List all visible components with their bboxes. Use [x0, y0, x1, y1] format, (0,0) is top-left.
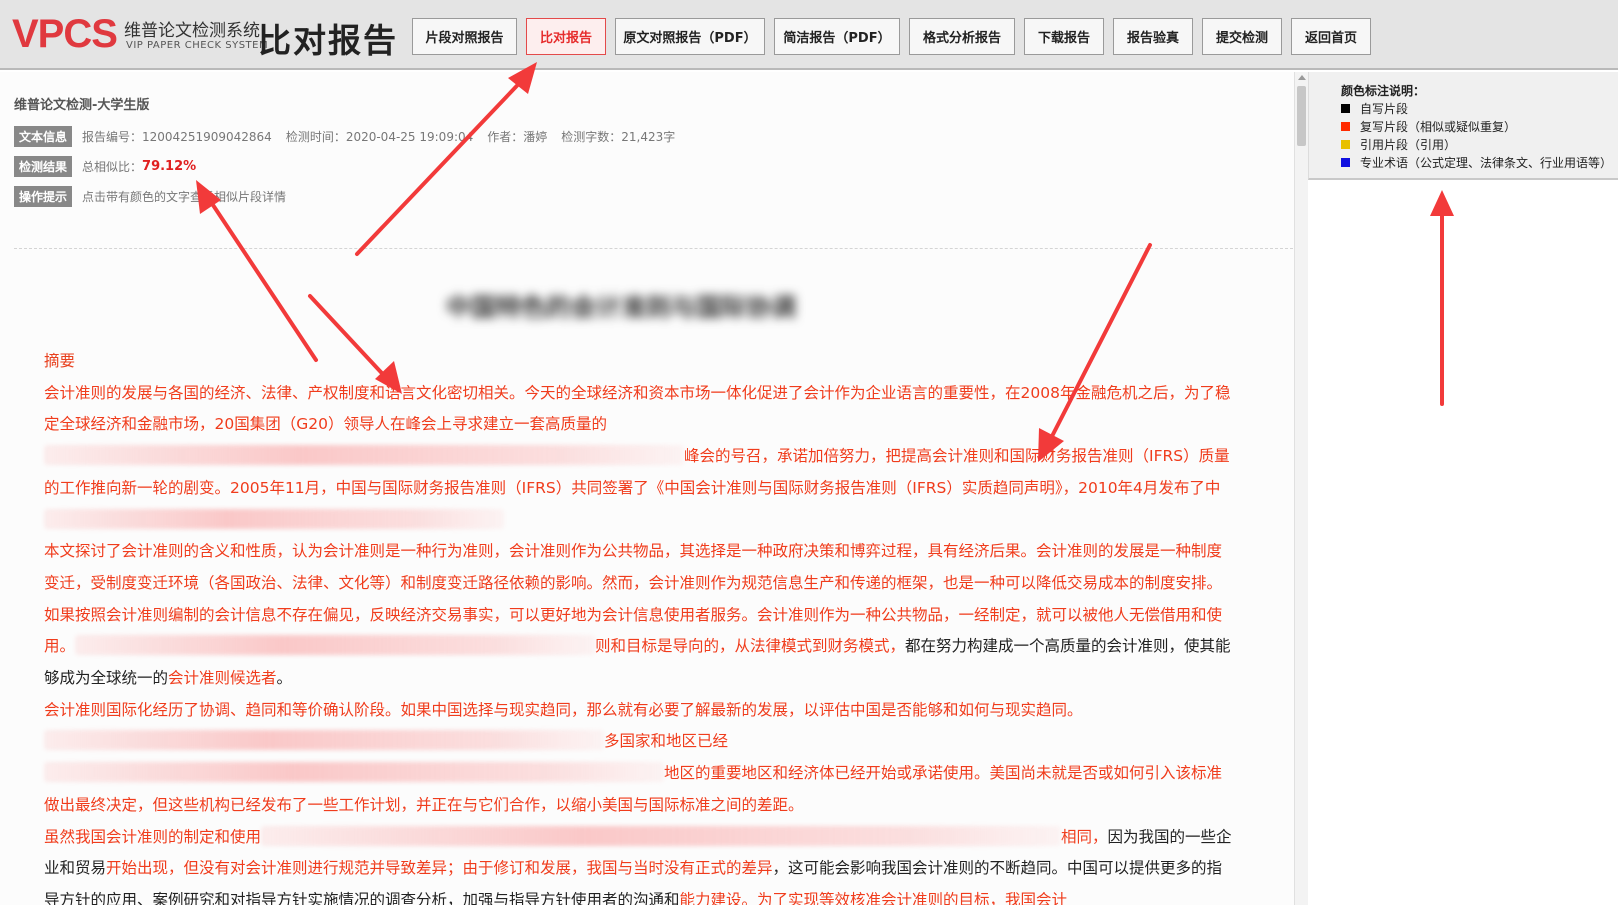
fragment-original: 。 — [276, 669, 293, 688]
fragment-copied[interactable]: 能力建设。为了实现等效核准会计准则的目标，我国会计 — [680, 891, 1068, 905]
annotation-arrowhead — [1430, 190, 1454, 216]
text-info-tag: 文本信息 — [14, 125, 73, 147]
fragment-copied[interactable]: 会计准则国际化经历了协调、趋同和等价确认阶段。如果中国选择与现实趋同，那么就有必… — [44, 701, 1083, 719]
fragment-copied[interactable]: 开始出现，但没有对会计准则进行规范并导致差异；由于修订和发展，我国与当时没有正式… — [106, 859, 773, 877]
fragment-copied[interactable]: 虽然我国会计准则的制定和使用 — [44, 828, 261, 846]
tip-row: 操作提示 点击带有颜色的文字查看相似片段详情 — [14, 185, 287, 207]
redacted-fragment — [44, 508, 504, 529]
author: 作者：潘婷 — [487, 129, 548, 144]
nav-brief-pdf-button[interactable]: 简洁报告（PDF） — [774, 18, 900, 55]
scroll-up-arrow-icon[interactable] — [1298, 75, 1306, 80]
nav-submit-button[interactable]: 提交检测 — [1202, 18, 1282, 55]
nav-fragment-report-button[interactable]: 片段对照报告 — [412, 18, 517, 55]
legend-swatch — [1341, 140, 1350, 149]
logo-english-name: VIP PAPER CHECK SYSTEM — [126, 40, 269, 51]
nav-format-analysis-button[interactable]: 格式分析报告 — [909, 18, 1015, 55]
divider — [14, 248, 1294, 249]
paragraph-4[interactable]: 虽然我国会计准则的制定和使用 相同，因为我国的一些企业和贸易开始出现，但没有对会计… — [44, 822, 1236, 905]
logo[interactable]: VPCS 维普论文检测系统 VIP PAPER CHECK SYSTEM 比对报… — [12, 12, 396, 60]
scroll-thumb[interactable] — [1297, 86, 1306, 146]
fragment-copied[interactable]: 相同， — [1061, 828, 1108, 846]
fragment-copied[interactable]: 会计准则的发展与各国的经济、法律、产权制度和语言文化密切相关。今天的全球经济和资… — [44, 384, 1230, 434]
legend-label: 自写片段 — [1360, 102, 1409, 116]
paragraph-2[interactable]: 本文探讨了会计准则的含义和性质，认为会计准则是一种行为准则，会计准则作为公共物品… — [44, 536, 1236, 695]
paragraph-3[interactable]: 会计准则国际化经历了协调、趋同和等价确认阶段。如果中国选择与现实趋同，那么就有必… — [44, 695, 1236, 822]
nav-download-button[interactable]: 下载报告 — [1024, 18, 1104, 55]
similarity-rate: 79.12% — [142, 158, 197, 174]
redacted-fragment — [75, 635, 596, 656]
document-body: 摘要 会计准则的发展与各国的经济、法律、产权制度和语言文化密切相关。今天的全球经… — [44, 346, 1236, 905]
abstract-heading: 摘要 — [44, 352, 76, 370]
legend-swatch — [1341, 104, 1350, 113]
nav-original-pdf-button[interactable]: 原文对照报告（PDF） — [615, 18, 765, 55]
redacted-fragment — [44, 762, 664, 783]
redacted-fragment — [44, 730, 604, 751]
legend-label: 专业术语（公式定理、法律条文、行业用语等） — [1360, 156, 1613, 170]
top-bar: VPCS 维普论文检测系统 VIP PAPER CHECK SYSTEM 比对报… — [0, 0, 1618, 70]
word-count: 检测字数：21,423字 — [561, 129, 676, 144]
document-title: 中国特色的会计准则与国际协调 — [446, 293, 797, 318]
logo-mark: VPCS — [12, 12, 118, 56]
tip-tag: 操作提示 — [14, 185, 73, 207]
report-content: 维普论文检测-大学生版 文本信息 报告编号：12004251909042864 … — [0, 72, 1294, 905]
page-title: 比对报告 — [258, 21, 398, 60]
redacted-fragment — [261, 825, 1062, 846]
redacted-fragment — [44, 445, 684, 466]
result-row: 检测结果 总相似比： 79.12% — [14, 155, 197, 177]
legend-swatch — [1341, 122, 1350, 131]
paragraph-1[interactable]: 会计准则的发展与各国的经济、法律、产权制度和语言文化密切相关。今天的全球经济和资… — [44, 378, 1236, 537]
legend-title: 颜色标注说明： — [1341, 84, 1426, 98]
color-legend: 颜色标注说明： 自写片段 复写片段（相似或疑似重复） 引用片段（引用） 专业术语… — [1308, 72, 1618, 180]
version-label: 维普论文检测-大学生版 — [14, 98, 150, 113]
legend-item-terms: 专业术语（公式定理、法律条文、行业用语等） — [1341, 154, 1612, 171]
result-tag: 检测结果 — [14, 155, 73, 177]
legend-swatch — [1341, 158, 1350, 167]
nav-verify-button[interactable]: 报告验真 — [1113, 18, 1193, 55]
legend-item-self: 自写片段 — [1341, 100, 1408, 117]
legend-label: 引用片段（引用） — [1360, 138, 1457, 152]
fragment-copied[interactable]: 多国家和地区已经 — [604, 732, 728, 750]
nav-compare-report-button[interactable]: 比对报告 — [526, 18, 606, 55]
text-info-row: 文本信息 报告编号：12004251909042864 检测时间：2020-04… — [14, 125, 689, 147]
content-scrollbar[interactable] — [1294, 72, 1308, 905]
tip-text: 点击带有颜色的文字查看相似片段详情 — [82, 189, 287, 204]
nav-home-button[interactable]: 返回首页 — [1291, 18, 1371, 55]
logo-chinese-name: 维普论文检测系统 — [124, 21, 260, 41]
legend-label: 复写片段（相似或疑似重复） — [1360, 120, 1517, 134]
fragment-copied[interactable]: 会计准则候选者 — [168, 669, 277, 687]
check-time: 检测时间：2020-04-25 19:09:04 — [285, 129, 474, 144]
similarity-label: 总相似比： — [82, 159, 143, 174]
fragment-copied[interactable]: 则和目标是导向的，从法律模式到财务模式， — [595, 637, 905, 655]
report-number: 报告编号：12004251909042864 — [82, 129, 272, 144]
legend-item-copied: 复写片段（相似或疑似重复） — [1341, 118, 1516, 135]
legend-item-quoted: 引用片段（引用） — [1341, 136, 1456, 153]
